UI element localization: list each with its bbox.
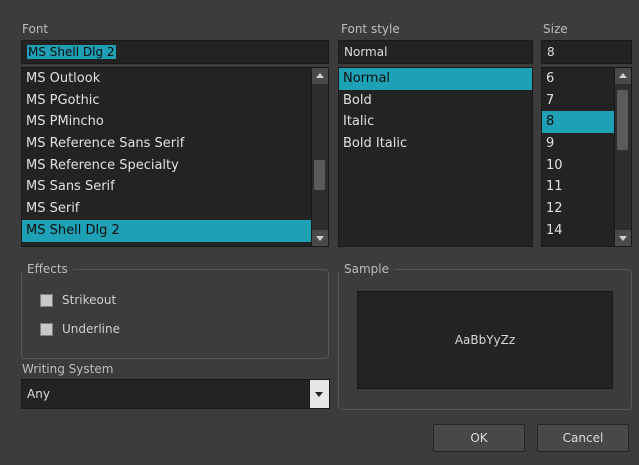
font-list-item[interactable]: MS UI Gothic xyxy=(22,242,311,247)
size-list-item[interactable]: 8 xyxy=(542,111,614,134)
size-list-item[interactable]: 6 xyxy=(542,68,614,90)
ok-button[interactable]: OK xyxy=(433,424,525,452)
font-list-scrollbar[interactable] xyxy=(311,68,328,246)
font-label: Font xyxy=(22,22,49,36)
font-list-item[interactable]: MS PMincho xyxy=(22,111,311,133)
size-input[interactable]: 8 xyxy=(541,40,632,64)
chevron-down-icon xyxy=(316,236,324,241)
font-style-list-item[interactable]: Bold Italic xyxy=(339,133,532,155)
scroll-down-button[interactable] xyxy=(312,230,328,246)
font-list-item[interactable]: MS Reference Sans Serif xyxy=(22,133,311,155)
size-list-item[interactable]: 12 xyxy=(542,198,614,220)
size-list-scrollbar[interactable] xyxy=(614,68,631,246)
scroll-up-button[interactable] xyxy=(312,68,328,84)
sample-text: AaBbYyZz xyxy=(454,333,516,347)
chevron-down-icon xyxy=(619,236,627,241)
font-list-item[interactable]: MS Shell Dlg 2 xyxy=(22,219,311,242)
font-list-item[interactable]: MS Reference Specialty xyxy=(22,155,311,177)
writing-system-label: Writing System xyxy=(22,362,114,376)
font-style-list-item[interactable]: Bold xyxy=(339,90,532,112)
chevron-up-icon xyxy=(619,73,627,78)
font-list-item[interactable]: MS Sans Serif xyxy=(22,176,311,198)
font-style-list[interactable]: Normal Bold Italic Bold Italic xyxy=(338,67,533,247)
chevron-down-icon xyxy=(315,392,323,397)
sample-title: Sample xyxy=(339,262,394,276)
size-scroll-up-button[interactable] xyxy=(615,68,631,84)
writing-system-value: Any xyxy=(27,387,50,401)
size-list-scroll-thumb[interactable] xyxy=(617,90,628,150)
font-style-input[interactable]: Normal xyxy=(338,40,533,64)
font-list[interactable]: MS Outlook MS PGothic MS PMincho MS Referen… xyxy=(21,67,329,247)
font-input-value: MS Shell Dlg 2 xyxy=(27,45,116,59)
size-list-item[interactable]: 14 xyxy=(542,220,614,242)
size-list[interactable]: 67891011121416 xyxy=(541,67,632,247)
writing-system-select[interactable]: Any xyxy=(21,379,330,409)
size-list-item[interactable]: 9 xyxy=(542,133,614,155)
cancel-button[interactable]: Cancel xyxy=(537,424,629,452)
size-list-item[interactable]: 7 xyxy=(542,90,614,112)
font-list-item[interactable]: MS Outlook xyxy=(22,68,311,90)
sample-preview: AaBbYyZz xyxy=(357,291,613,389)
chevron-up-icon xyxy=(316,73,324,78)
size-list-item[interactable]: 10 xyxy=(542,155,614,177)
font-list-scroll-thumb[interactable] xyxy=(314,160,325,190)
font-style-label: Font style xyxy=(341,22,400,36)
font-list-item[interactable]: MS Serif xyxy=(22,198,311,220)
font-input[interactable]: MS Shell Dlg 2 xyxy=(21,40,329,64)
effects-title: Effects xyxy=(22,262,73,276)
underline-checkbox[interactable] xyxy=(40,323,53,336)
strikeout-label: Strikeout xyxy=(62,293,117,307)
effects-group xyxy=(21,269,329,359)
underline-label: Underline xyxy=(62,322,120,336)
font-list-item[interactable]: MS PGothic xyxy=(22,90,311,112)
strikeout-checkbox[interactable] xyxy=(40,294,53,307)
font-style-list-item[interactable]: Italic xyxy=(339,111,532,133)
font-style-list-item[interactable]: Normal xyxy=(339,68,532,90)
writing-system-dropdown-button[interactable] xyxy=(309,380,329,408)
size-list-item[interactable]: 16 xyxy=(542,242,614,247)
size-label: Size xyxy=(543,22,568,36)
size-scroll-down-button[interactable] xyxy=(615,230,631,246)
size-list-item[interactable]: 11 xyxy=(542,176,614,198)
